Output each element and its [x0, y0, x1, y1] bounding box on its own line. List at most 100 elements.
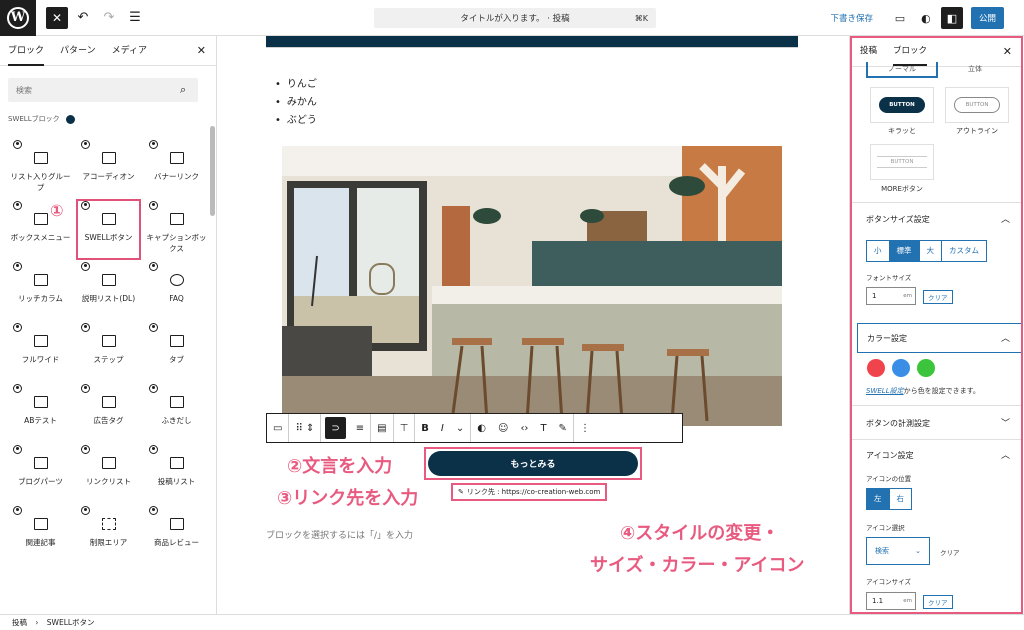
preview-icon[interactable]: ▭	[889, 7, 911, 29]
color-swatch-green[interactable]	[917, 359, 935, 377]
clear-button[interactable]: クリア	[923, 595, 953, 609]
block-item-swell-button[interactable]: SWELLボタン	[76, 199, 141, 260]
highlight-icon[interactable]: ✎	[553, 414, 574, 442]
block-item[interactable]: ステップ	[76, 321, 141, 382]
clear-button[interactable]: クリア	[923, 290, 953, 304]
chevron-up-icon[interactable]: ︿	[1001, 448, 1010, 461]
block-item[interactable]: リッチカラム	[8, 260, 73, 321]
style-outline-tile[interactable]: BUTTON	[945, 87, 1009, 123]
swell-badge-icon	[13, 262, 22, 271]
block-item[interactable]: 制限エリア	[76, 504, 141, 565]
color-section-header[interactable]: カラー設定 ︿	[857, 323, 1023, 353]
size-section-title[interactable]: ボタンサイズ設定	[866, 214, 930, 225]
style-normal[interactable]: ノーマル	[866, 62, 938, 78]
scrollbar[interactable]	[210, 126, 215, 216]
block-item[interactable]: 広告タグ	[76, 382, 141, 443]
block-search-input[interactable]	[8, 78, 198, 102]
button-block-icon[interactable]: ▭	[267, 414, 290, 442]
icon-section-title[interactable]: アイコン設定	[866, 450, 914, 461]
format-icon[interactable]: ⊤	[394, 414, 416, 442]
more-format-icon[interactable]: ⌄	[450, 414, 472, 442]
redo-icon[interactable]: ↷	[98, 7, 120, 29]
swell-settings-link[interactable]: SWELL設定	[866, 387, 904, 395]
font-size-input[interactable]: 1 em	[866, 287, 916, 305]
block-item[interactable]: 説明リスト(DL)	[76, 260, 141, 321]
block-item[interactable]: リスト入りグループ	[8, 138, 73, 199]
kitchen-photo[interactable]	[282, 146, 782, 426]
block-item[interactable]: タブ	[144, 321, 209, 382]
drag-handle-icon[interactable]: ⠿ ⇕	[289, 414, 322, 442]
swell-badge-icon	[13, 140, 22, 149]
document-overview-icon[interactable]: ☰	[124, 7, 146, 29]
list-item[interactable]: みかん	[275, 94, 317, 112]
list-item[interactable]: ぶどう	[275, 112, 317, 130]
save-draft-button[interactable]: 下書き保存	[830, 12, 873, 24]
fruit-list[interactable]: りんご みかん ぶどう	[275, 76, 317, 130]
options-icon[interactable]: ⋮	[574, 414, 596, 442]
chevron-up-icon[interactable]: ︿	[1001, 212, 1010, 225]
code-icon[interactable]: ‹›	[514, 414, 534, 442]
swell-settings-icon[interactable]: ◐	[915, 7, 937, 29]
block-item[interactable]: 投稿リスト	[144, 443, 209, 504]
block-item[interactable]: ブログパーツ	[8, 443, 73, 504]
breadcrumb-item[interactable]: 投稿	[12, 618, 27, 627]
list-item[interactable]: りんご	[275, 76, 317, 94]
swell-format-icon[interactable]: ◐	[471, 414, 492, 442]
block-item[interactable]: 関連記事	[8, 504, 73, 565]
undo-icon[interactable]: ↶	[72, 7, 94, 29]
block-item[interactable]: ふきだし	[144, 382, 209, 443]
close-icon[interactable]: ✕	[197, 44, 206, 57]
icon-position-option[interactable]: 右	[890, 489, 912, 509]
italic-icon[interactable]: I	[435, 414, 450, 442]
style-kirat-tile[interactable]: BUTTON	[870, 87, 934, 123]
style-3d-label[interactable]: 立体	[968, 64, 982, 74]
link-icon[interactable]: ⊃	[325, 417, 346, 439]
block-item[interactable]: バナーリンク	[144, 138, 209, 199]
block-item[interactable]: FAQ	[144, 260, 209, 321]
block-placeholder[interactable]: ブロックを選択するには「/」を入力	[266, 528, 413, 541]
close-inserter-button[interactable]: ✕	[46, 6, 68, 29]
size-option[interactable]: カスタム	[942, 241, 986, 261]
chevron-down-icon[interactable]: ﹀	[1001, 416, 1010, 429]
block-item[interactable]: キャプションボックス	[144, 199, 209, 260]
publish-button[interactable]: 公開	[970, 7, 1004, 29]
speech-bubble-icon	[169, 396, 184, 408]
block-item[interactable]: リンクリスト	[76, 443, 141, 504]
block-item[interactable]: 商品レビュー	[144, 504, 209, 565]
color-swatch-blue[interactable]	[892, 359, 910, 377]
icon-size-value: 1.1	[872, 597, 884, 605]
close-icon[interactable]: ✕	[1003, 45, 1012, 58]
emoji-icon[interactable]: ☺	[492, 414, 514, 442]
style-more-tile[interactable]: BUTTON	[870, 144, 934, 180]
document-title-bar[interactable]: タイトルが入ります。 · 投稿 ⌘K	[374, 8, 656, 28]
block-item[interactable]: ABテスト	[8, 382, 73, 443]
align-icon[interactable]: ≡	[350, 414, 372, 442]
clear-button[interactable]: クリア	[940, 547, 960, 557]
size-option[interactable]: 小	[867, 241, 890, 261]
size-option[interactable]: 大	[920, 241, 942, 261]
breadcrumb-item[interactable]: SWELLボタン	[47, 618, 95, 627]
caption-box-icon	[169, 213, 184, 225]
style-icon[interactable]: ▤	[371, 414, 394, 442]
wordpress-logo[interactable]: W	[0, 0, 36, 36]
bold-icon[interactable]: B	[415, 414, 435, 442]
block-label: タブ	[169, 355, 184, 364]
tab-patterns[interactable]: パターン	[60, 36, 96, 66]
icon-position-option[interactable]: 左	[867, 489, 890, 509]
swell-button[interactable]: もっとみる	[428, 451, 638, 476]
size-option[interactable]: 標準	[889, 241, 920, 261]
block-label: 投稿リスト	[157, 477, 196, 486]
color-swatch-red[interactable]	[867, 359, 885, 377]
text-size-icon[interactable]: T	[534, 414, 552, 442]
icon-size-input[interactable]: 1.1 em	[866, 592, 916, 610]
swell-badge-icon	[149, 506, 158, 515]
tab-media[interactable]: メディア	[112, 36, 147, 66]
block-item[interactable]: アコーディオン	[76, 138, 141, 199]
tab-blocks[interactable]: ブロック	[8, 36, 45, 66]
block-item[interactable]: フルワイド	[8, 321, 73, 382]
settings-sidebar-icon[interactable]: ◧	[940, 7, 963, 29]
link-url-chip[interactable]: ✎ リンク先 : https://co-creation-web.com	[451, 483, 608, 501]
measure-section-title[interactable]: ボタンの計測設定	[866, 418, 930, 429]
icon-select[interactable]: 検索 ⌄	[866, 537, 930, 565]
blog-parts-icon	[33, 457, 48, 469]
